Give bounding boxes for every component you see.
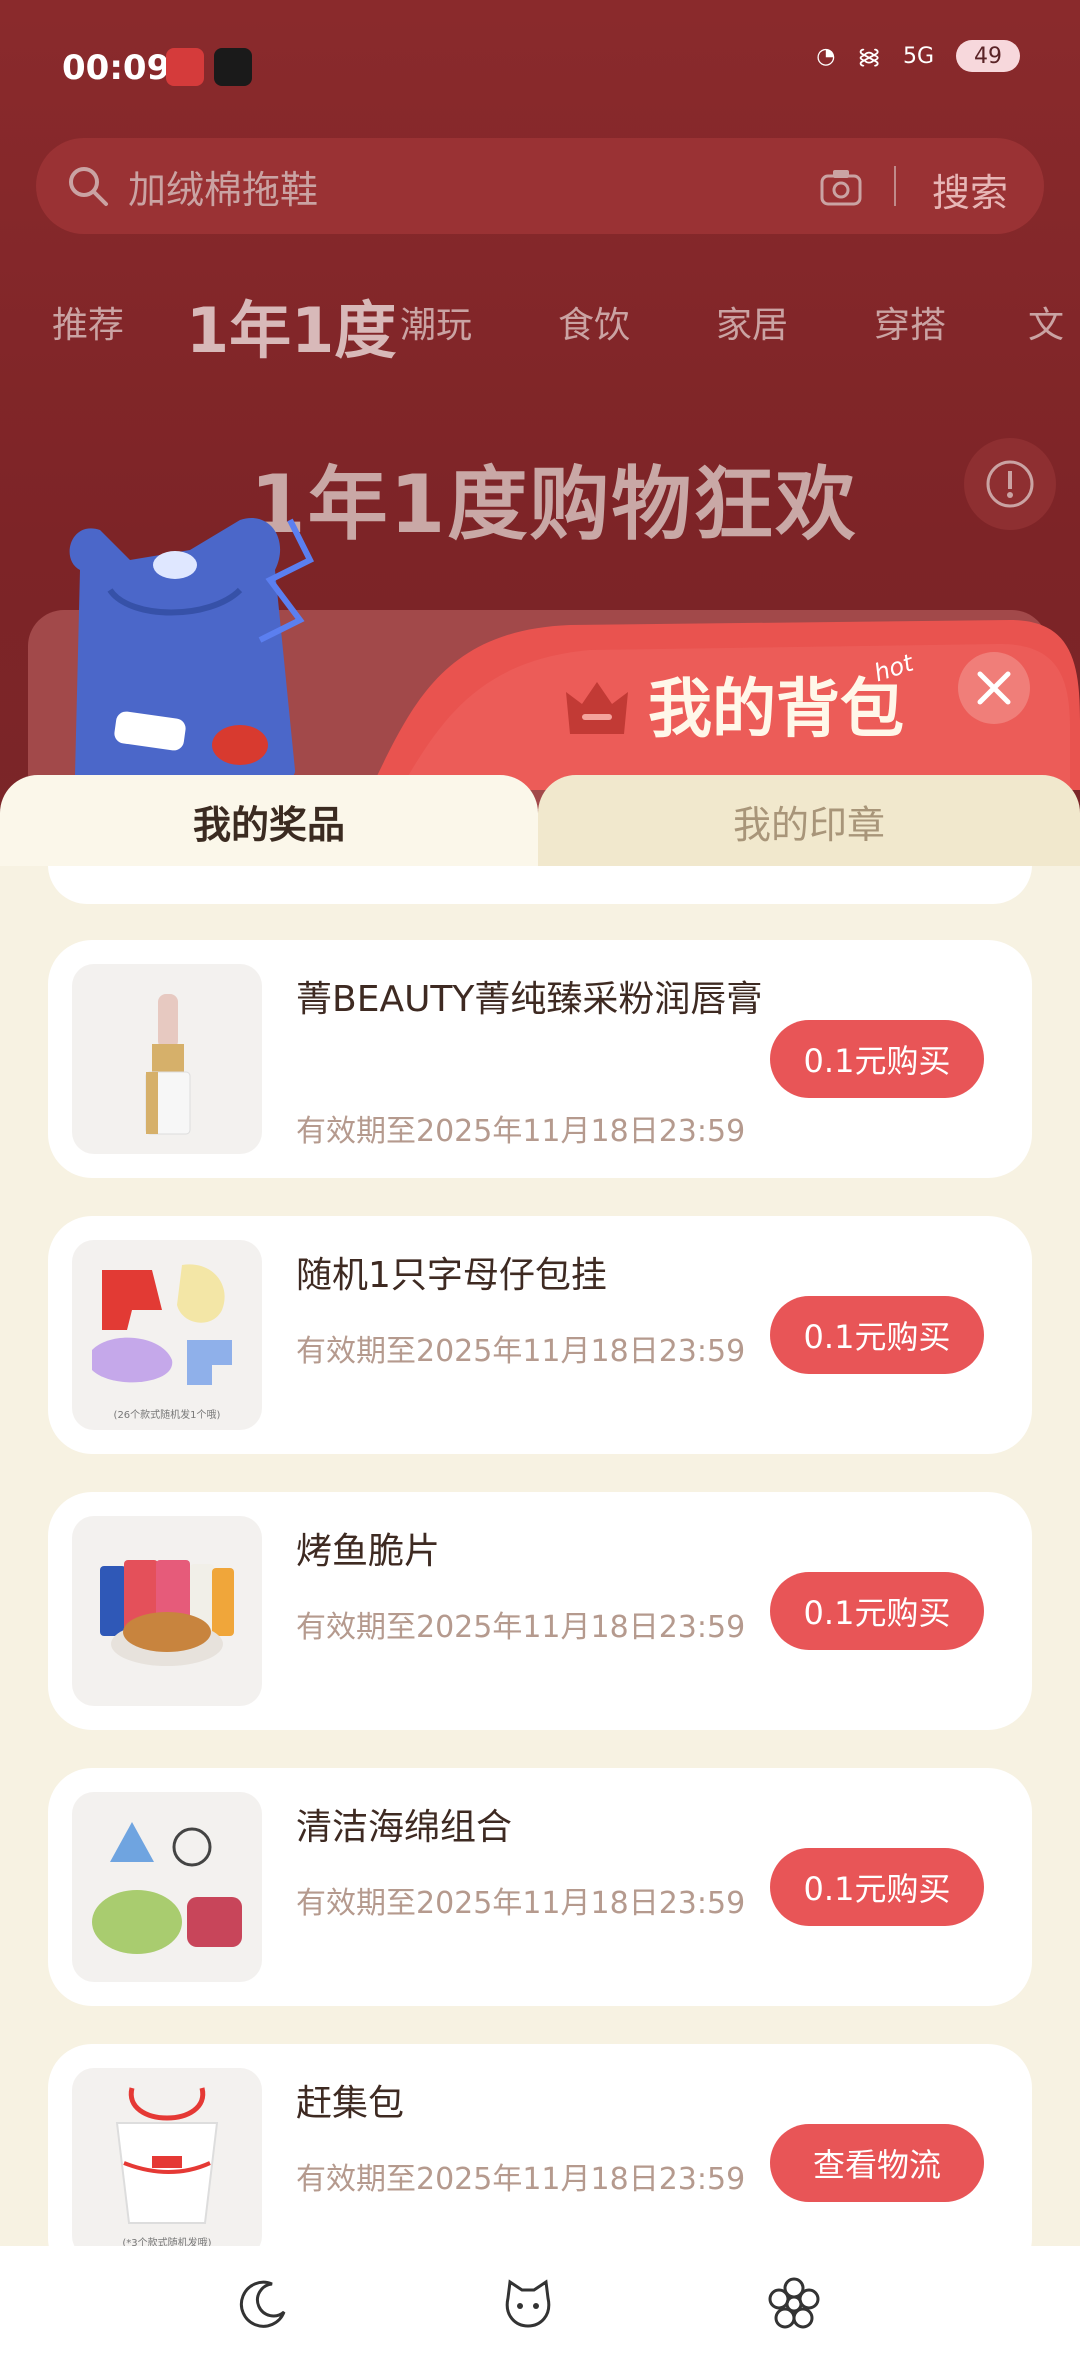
flower-icon[interactable] bbox=[766, 2276, 822, 2332]
list-item-partial bbox=[48, 866, 1032, 904]
tote-bag-thumbnail: (*3个款式随机发哦) bbox=[72, 2068, 262, 2246]
banner-title: 1年1度购物狂欢 bbox=[250, 458, 858, 551]
buy-button[interactable]: 0.1元购买 bbox=[770, 1572, 984, 1650]
buy-button[interactable]: 0.1元购买 bbox=[770, 1020, 984, 1098]
camera-icon[interactable] bbox=[818, 164, 864, 210]
prize-name: 赶集包 bbox=[296, 2083, 405, 2124]
search-divider bbox=[894, 166, 896, 206]
prize-expiry: 有效期至2025年11月18日23:59 bbox=[296, 1114, 746, 1149]
prize-name: 随机1只字母仔包挂 bbox=[296, 1255, 607, 1296]
thumbnail-caption: (26个款式随机发1个哦) bbox=[113, 1410, 221, 1421]
wifi-icon: ᯼ bbox=[857, 45, 881, 70]
tab-my-stamps[interactable]: 我的印章 bbox=[538, 775, 1080, 867]
prize-name: 清洁海绵组合 bbox=[296, 1807, 513, 1848]
category-tab[interactable]: 潮玩 bbox=[400, 296, 472, 348]
prize-card: 菁BEAUTY菁纯臻采粉润唇膏 有效期至2025年11月18日23:59 0.1… bbox=[48, 940, 1032, 1178]
status-time: 00:09 bbox=[62, 48, 171, 88]
close-icon bbox=[977, 671, 1011, 705]
category-tab[interactable]: 穿搭 bbox=[874, 296, 946, 348]
backpack-title: 我的背包 bbox=[648, 673, 904, 747]
search-placeholder: 加绒棉拖鞋 bbox=[128, 167, 319, 212]
prize-card: (26个款式随机发1个哦) 随机1只字母仔包挂 有效期至2025年11月18日2… bbox=[48, 1216, 1032, 1454]
prize-expiry: 有效期至2025年11月18日23:59 bbox=[296, 2162, 746, 2197]
category-tab[interactable]: 文 bbox=[1028, 296, 1064, 348]
battery-indicator: 49 bbox=[956, 40, 1020, 72]
prize-name: 菁BEAUTY菁纯臻采粉润唇膏 bbox=[296, 979, 763, 1020]
buy-button[interactable]: 0.1元购买 bbox=[770, 1296, 984, 1374]
backpack-mascot-illustration bbox=[69, 518, 315, 796]
info-button[interactable] bbox=[964, 438, 1056, 530]
backpack-tabs: 我的奖品 我的印章 bbox=[0, 775, 1080, 867]
prize-card: (*3个款式随机发哦) 赶集包 有效期至2025年11月18日23:59 查看物… bbox=[48, 2044, 1032, 2246]
prize-expiry: 有效期至2025年11月18日23:59 bbox=[296, 1334, 746, 1369]
fish-chips-thumbnail bbox=[72, 1516, 262, 1706]
prize-list[interactable]: 菁BEAUTY菁纯臻采粉润唇膏 有效期至2025年11月18日23:59 0.1… bbox=[0, 866, 1080, 2246]
view-logistics-button[interactable]: 查看物流 bbox=[770, 2124, 984, 2202]
search-button[interactable]: 搜索 bbox=[932, 162, 1008, 217]
bank-app-icon bbox=[166, 48, 204, 86]
letter-charms-thumbnail: (26个款式随机发1个哦) bbox=[72, 1240, 262, 1430]
info-icon bbox=[986, 460, 1034, 508]
prize-expiry: 有效期至2025年11月18日23:59 bbox=[296, 1886, 746, 1921]
thumbnail-caption: (*3个款式随机发哦) bbox=[122, 2238, 212, 2246]
category-tabs: 推荐 1年1度 潮玩 食饮 家居 穿搭 文 bbox=[0, 276, 1080, 367]
search-icon bbox=[69, 167, 108, 206]
prize-card: 清洁海绵组合 有效期至2025年11月18日23:59 0.1元购买 bbox=[48, 1768, 1032, 2006]
alarm-icon: ◔ bbox=[816, 43, 836, 69]
prize-name: 烤鱼脆片 bbox=[296, 1531, 441, 1572]
close-button[interactable] bbox=[958, 652, 1030, 724]
crown-icon bbox=[566, 682, 628, 734]
bottom-nav bbox=[0, 2246, 1080, 2378]
category-tab[interactable]: 食饮 bbox=[558, 296, 630, 348]
sponges-thumbnail bbox=[72, 1792, 262, 1982]
qq-app-icon bbox=[214, 48, 252, 86]
lipstick-thumbnail bbox=[72, 964, 262, 1154]
category-tab-active[interactable]: 1年1度 bbox=[186, 280, 396, 370]
prize-card: 烤鱼脆片 有效期至2025年11月18日23:59 0.1元购买 bbox=[48, 1492, 1032, 1730]
category-tab[interactable]: 推荐 bbox=[52, 296, 124, 348]
prize-expiry: 有效期至2025年11月18日23:59 bbox=[296, 1610, 746, 1645]
search-bar[interactable]: 加绒棉拖鞋 搜索 bbox=[36, 138, 1044, 234]
status-right-group: ◔ ᯼ 5G 49 bbox=[816, 40, 1020, 72]
category-tab[interactable]: 家居 bbox=[716, 296, 788, 348]
buy-button[interactable]: 0.1元购买 bbox=[770, 1848, 984, 1926]
tab-my-prizes[interactable]: 我的奖品 bbox=[0, 775, 538, 867]
status-bar: 00:09 ◔ ᯼ 5G 49 bbox=[0, 0, 1080, 130]
network-label: 5G bbox=[902, 43, 934, 69]
cat-face-icon[interactable] bbox=[500, 2276, 556, 2332]
moon-icon[interactable] bbox=[236, 2276, 292, 2332]
